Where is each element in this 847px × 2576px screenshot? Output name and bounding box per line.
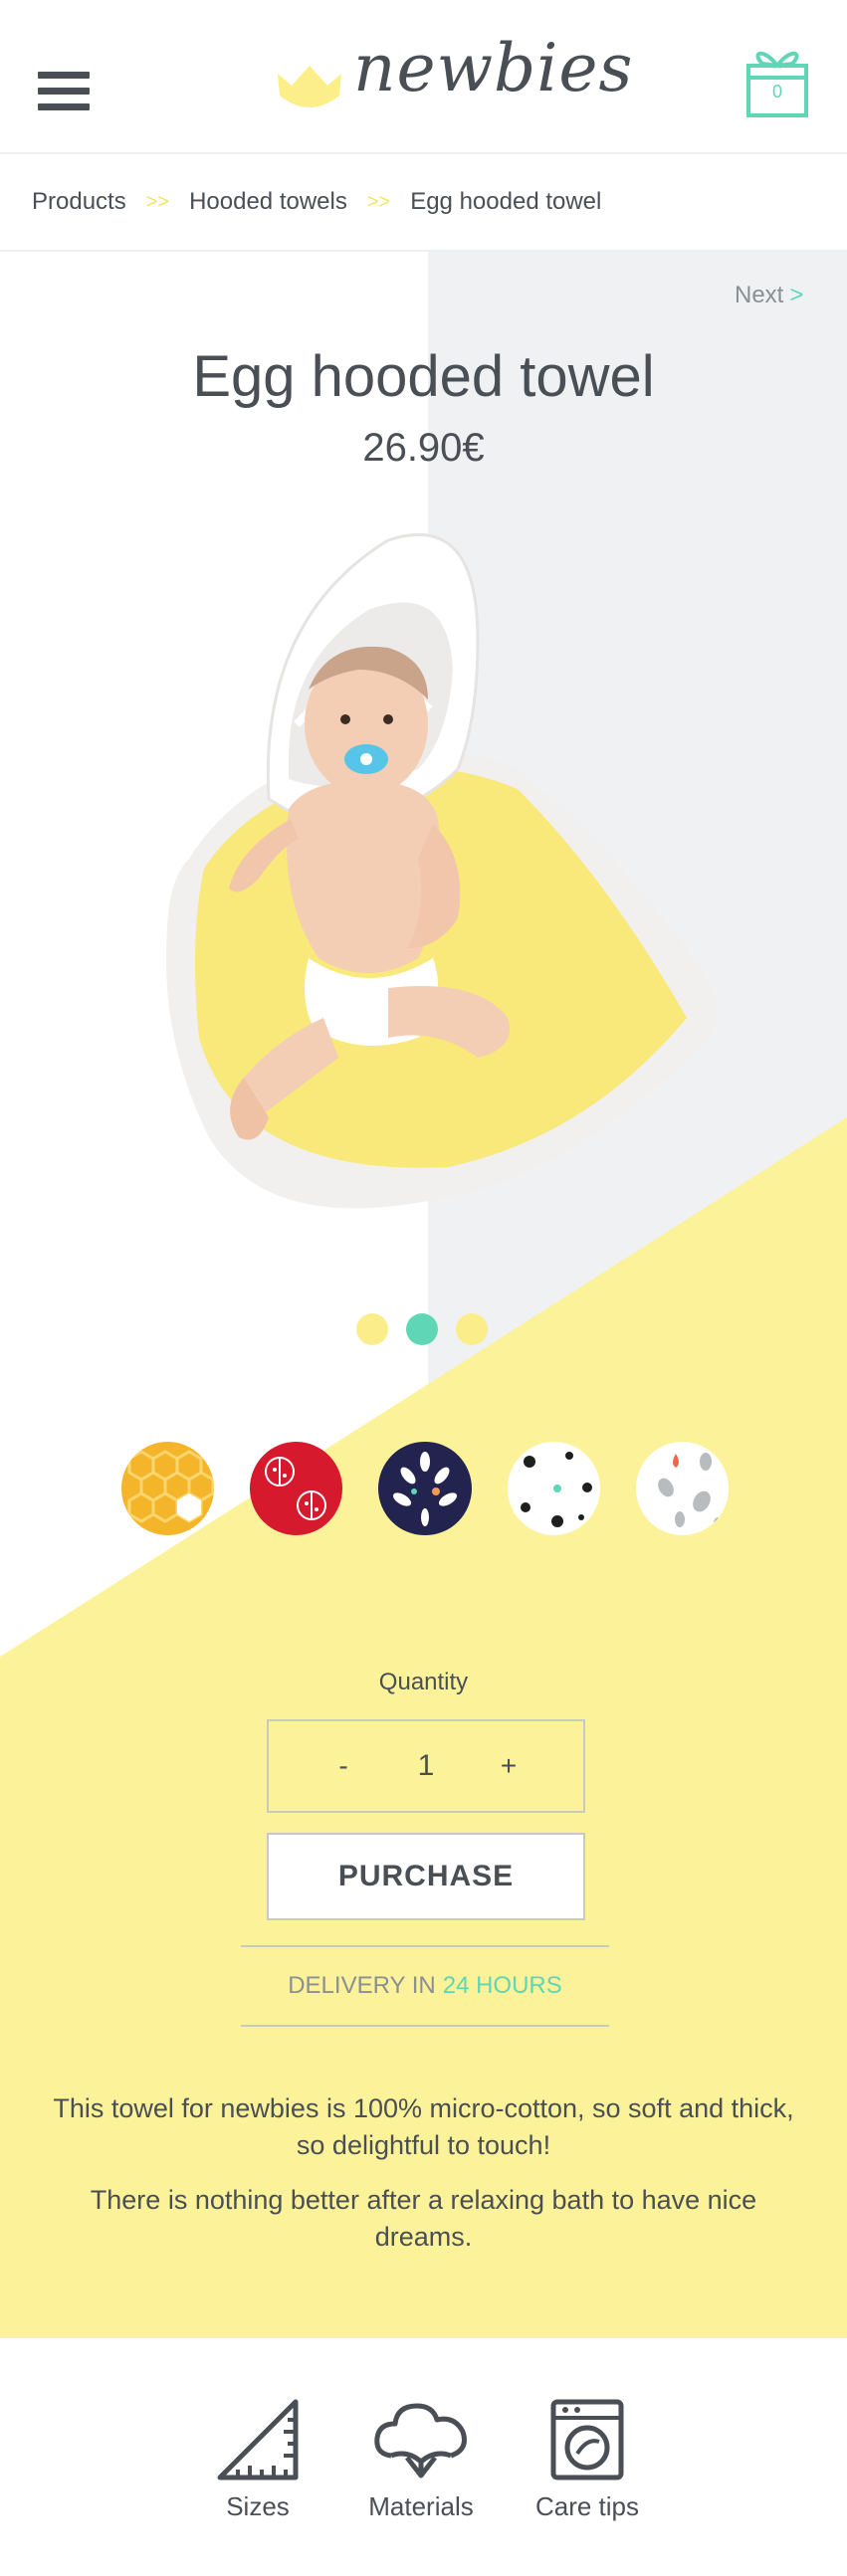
cart-button[interactable]: 0 bbox=[744, 44, 810, 119]
delivery-highlight: 24 HOURS bbox=[442, 1972, 562, 1999]
washing-machine-icon bbox=[550, 2399, 624, 2480]
breadcrumb: Products >> Hooded towels >> Egg hooded … bbox=[0, 154, 847, 252]
carousel-dot-3[interactable] bbox=[456, 1313, 488, 1345]
carousel-dots bbox=[356, 1313, 496, 1347]
quantity-label: Quantity bbox=[378, 1669, 469, 1695]
crown-icon bbox=[278, 66, 341, 107]
swatch-white-grey-drops[interactable] bbox=[635, 1442, 730, 1535]
carousel-dot-2-active[interactable] bbox=[406, 1313, 438, 1345]
pattern-swatches bbox=[121, 1442, 730, 1537]
logo-text: newbies bbox=[353, 30, 634, 106]
sizes-label: Sizes bbox=[226, 2491, 290, 2521]
ruler-icon bbox=[217, 2399, 299, 2480]
materials-label: Materials bbox=[368, 2491, 474, 2521]
product-description: This towel for newbies is 100% micro-cot… bbox=[50, 2090, 797, 2256]
next-product-link[interactable]: Next > bbox=[735, 282, 803, 309]
care-tips-link[interactable]: Care tips bbox=[518, 2398, 657, 2522]
sizes-link[interactable]: Sizes bbox=[188, 2398, 327, 2522]
quantity-increase-button[interactable]: + bbox=[494, 1750, 524, 1782]
product-hero: Next > Egg hooded towel 26.90€ Quantity … bbox=[0, 252, 847, 2338]
delivery-prefix: DELIVERY IN bbox=[288, 1972, 436, 1999]
breadcrumb-item-products[interactable]: Products bbox=[32, 188, 126, 216]
product-title: Egg hooded towel bbox=[192, 344, 655, 409]
swatch-white-black-dots[interactable] bbox=[507, 1442, 600, 1535]
breadcrumb-item-hooded-towels[interactable]: Hooded towels bbox=[189, 188, 347, 216]
cart-count: 0 bbox=[771, 82, 782, 101]
next-label: Next bbox=[735, 282, 784, 308]
description-paragraph: This towel for newbies is 100% micro-cot… bbox=[53, 2093, 794, 2160]
quantity-decrease-button[interactable]: - bbox=[328, 1750, 358, 1782]
swatch-yellow-honeycomb[interactable] bbox=[121, 1442, 215, 1535]
product-image bbox=[165, 532, 717, 1209]
breadcrumb-item-current[interactable]: Egg hooded towel bbox=[410, 188, 601, 216]
product-price: 26.90€ bbox=[362, 426, 485, 470]
quantity-input[interactable]: 1 bbox=[396, 1749, 456, 1783]
delivery-info: DELIVERY IN 24 HOURS bbox=[241, 1945, 609, 2027]
next-arrow-icon: > bbox=[789, 282, 804, 308]
logo[interactable]: newbies bbox=[274, 28, 632, 127]
cotton-icon bbox=[374, 2403, 467, 2478]
product-info-links: Sizes Materials Care tips bbox=[0, 2338, 847, 2576]
menu-icon[interactable] bbox=[38, 72, 90, 111]
purchase-button[interactable]: PURCHASE bbox=[267, 1833, 585, 1920]
materials-link[interactable]: Materials bbox=[351, 2398, 491, 2522]
swatch-red-ladybug[interactable] bbox=[250, 1442, 343, 1535]
quantity-stepper: - 1 + bbox=[267, 1719, 585, 1813]
care-tips-label: Care tips bbox=[534, 2491, 640, 2521]
breadcrumb-separator: >> bbox=[145, 190, 170, 213]
carousel-dot-1[interactable] bbox=[356, 1313, 388, 1345]
breadcrumb-separator: >> bbox=[366, 190, 391, 213]
description-paragraph: There is nothing better after a relaxing… bbox=[90, 2185, 757, 2252]
site-header: newbies 0 bbox=[0, 0, 847, 154]
swatch-navy-leaves[interactable] bbox=[378, 1442, 472, 1535]
